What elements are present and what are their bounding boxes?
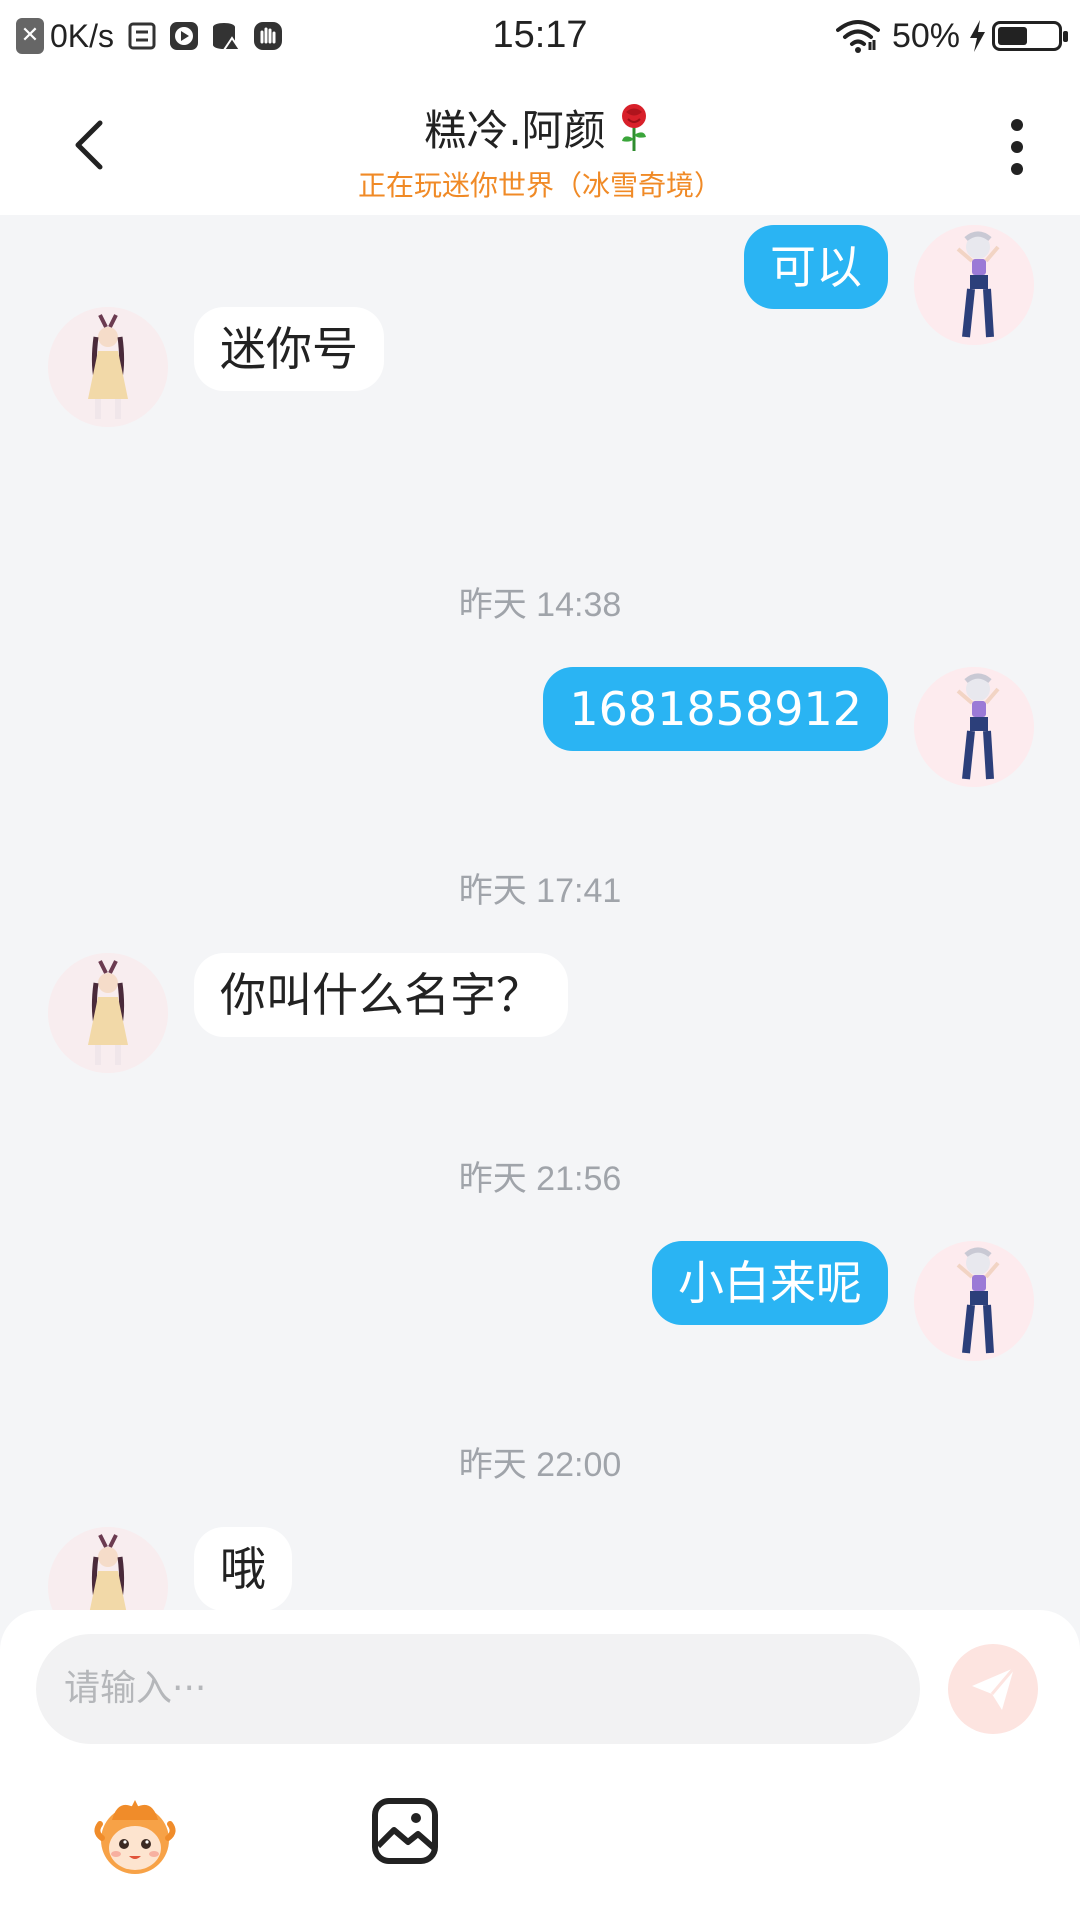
composer: 请输入··· bbox=[0, 1610, 1080, 1920]
message-timestamp: 昨天 21:56 bbox=[458, 1160, 622, 1198]
battery-icon bbox=[992, 21, 1068, 51]
wifi-icon bbox=[835, 20, 880, 53]
message-timestamp: 昨天 17:41 bbox=[458, 872, 622, 910]
contact-avatar-icon bbox=[48, 307, 168, 427]
my-avatar[interactable] bbox=[914, 667, 1034, 787]
my-avatar[interactable] bbox=[914, 1241, 1034, 1361]
contact-name: 糕冷.阿颜 bbox=[424, 106, 606, 155]
contact-title[interactable]: 糕冷.阿颜 bbox=[424, 97, 655, 158]
message-incoming: 哦 bbox=[48, 1527, 292, 1610]
send-icon bbox=[972, 1667, 1016, 1710]
contact-avatar-icon bbox=[48, 1527, 168, 1610]
image-picker-button[interactable] bbox=[370, 1796, 440, 1866]
contact-avatar[interactable] bbox=[48, 953, 168, 1073]
battery-percent: 50% bbox=[891, 16, 960, 55]
chat-header: 糕冷.阿颜 正在玩迷你世界（冰雪奇境） bbox=[0, 75, 1080, 215]
message-bubble[interactable]: 可以 bbox=[744, 225, 888, 309]
user-avatar-icon bbox=[914, 667, 1034, 787]
status-right: 50% bbox=[835, 14, 1068, 58]
contact-status: 正在玩迷你世界（冰雪奇境） bbox=[357, 169, 722, 202]
message-outgoing: 1681858912 bbox=[543, 667, 1034, 787]
message-timestamp: 昨天 22:00 bbox=[458, 1446, 622, 1484]
message-timestamp: 昨天 14:38 bbox=[458, 586, 622, 624]
contact-avatar[interactable] bbox=[48, 307, 168, 427]
title-block: 糕冷.阿颜 正在玩迷你世界（冰雪奇境） bbox=[0, 97, 1080, 204]
status-bar: ✕ 0K/s 15:17 50% bbox=[0, 0, 1080, 75]
charging-icon bbox=[970, 20, 985, 52]
message-bubble[interactable]: 1681858912 bbox=[543, 667, 888, 751]
message-outgoing: 小白来呢 bbox=[652, 1241, 1034, 1361]
message-bubble[interactable]: 你叫什么名字？ bbox=[194, 953, 568, 1037]
rose-icon bbox=[621, 103, 646, 151]
more-options-button[interactable] bbox=[992, 115, 1042, 179]
message-bubble[interactable]: 迷你号 bbox=[194, 307, 384, 391]
message-outgoing: 可以 bbox=[744, 225, 1034, 345]
message-bubble[interactable]: 小白来呢 bbox=[652, 1241, 888, 1325]
my-avatar[interactable] bbox=[914, 225, 1034, 345]
message-input[interactable]: 请输入··· bbox=[36, 1634, 920, 1744]
user-avatar-icon bbox=[914, 225, 1034, 345]
emoji-sticker-button[interactable] bbox=[92, 1794, 178, 1880]
user-avatar-icon bbox=[914, 1241, 1034, 1361]
contact-avatar[interactable] bbox=[48, 1527, 168, 1610]
battery-fill bbox=[998, 27, 1027, 45]
contact-avatar-icon bbox=[48, 953, 168, 1073]
chat-messages[interactable]: 可以 迷你号 昨天 14:38 1681858912 昨天 17:41 你叫什么… bbox=[0, 215, 1080, 1610]
send-button[interactable] bbox=[948, 1644, 1038, 1734]
message-incoming: 你叫什么名字？ bbox=[48, 953, 568, 1073]
message-bubble[interactable]: 哦 bbox=[194, 1527, 292, 1610]
message-incoming: 迷你号 bbox=[48, 307, 384, 427]
